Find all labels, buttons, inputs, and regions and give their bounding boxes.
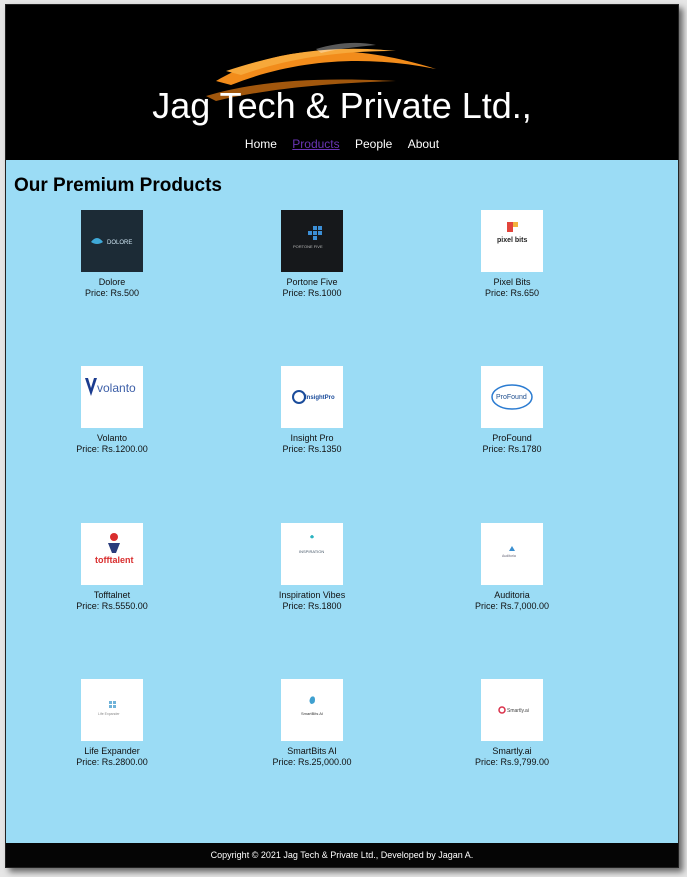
product-price: Price: Rs.25,000.00 [272, 757, 352, 767]
svg-text:PORTONE FIVE: PORTONE FIVE [293, 244, 323, 249]
smartbits-ai-logo-icon: SmartBits AI [301, 696, 323, 716]
product-name: Insight Pro [290, 433, 334, 443]
product-card[interactable]: DOLORE Dolore Price: Rs.500 [12, 210, 212, 299]
product-name: SmartBits AI [287, 746, 337, 756]
svg-text:pixel bits: pixel bits [497, 237, 527, 244]
main-nav: Home Products People About [6, 137, 678, 151]
product-image[interactable]: ProFound [481, 366, 543, 428]
product-name: Smartly.ai [492, 746, 532, 756]
svg-text:InsightPro: InsightPro [305, 395, 335, 401]
site-header: Jag Tech & Private Ltd., Home Products P… [6, 5, 678, 160]
product-name: Dolore [98, 277, 126, 287]
product-name: Volanto [96, 433, 128, 443]
product-price: Price: Rs.1800 [282, 601, 342, 611]
product-card[interactable]: Smartly.ai Smartly.ai Price: Rs.9,799.00 [412, 679, 612, 768]
product-image[interactable]: tofftalent [81, 523, 143, 585]
copyright-text: Copyright © 2021 Jag Tech & Private Ltd.… [210, 850, 474, 860]
product-price: Price: Rs.500 [84, 288, 140, 298]
product-card[interactable]: SmartBits AI SmartBits AI Price: Rs.25,0… [212, 679, 412, 768]
insight-pro-logo-icon: InsightPro [292, 390, 335, 404]
product-price: Price: Rs.650 [484, 288, 540, 298]
product-price: Price: Rs.9,799.00 [474, 757, 550, 767]
product-card[interactable]: Auditoria Auditoria Price: Rs.7,000.00 [412, 523, 612, 612]
product-image[interactable]: Smartly.ai [481, 679, 543, 741]
pixel-bits-logo-icon: pixel bits [497, 222, 527, 244]
product-name: Life Expander [84, 746, 140, 756]
svg-text:SmartBits AI: SmartBits AI [301, 711, 323, 716]
svg-text:Smartly.ai: Smartly.ai [507, 708, 529, 714]
svg-text:tofftalent: tofftalent [95, 555, 134, 565]
product-price: Price: Rs.5550.00 [76, 601, 148, 611]
product-name: Pixel Bits [493, 277, 531, 287]
product-card[interactable]: INSPIRATION Inspiration Vibes Price: Rs.… [212, 523, 412, 612]
product-name: Auditoria [494, 590, 530, 600]
product-image[interactable]: Life Expander [81, 679, 143, 741]
svg-text:INSPIRATION: INSPIRATION [299, 549, 324, 554]
svg-text:Life Expander: Life Expander [98, 712, 120, 716]
product-image[interactable]: PORTONE FIVE [281, 210, 343, 272]
product-name: Inspiration Vibes [278, 590, 346, 600]
product-image[interactable]: volanto [81, 366, 143, 428]
product-price: Price: Rs.1200.00 [76, 444, 148, 454]
product-price: Price: Rs.2800.00 [76, 757, 148, 767]
dolore-logo-icon: DOLORE [91, 238, 132, 246]
product-image[interactable]: pixel bits [481, 210, 543, 272]
product-card[interactable]: tofftalent Tofftalnet Price: Rs.5550.00 [12, 523, 212, 612]
nav-about-link[interactable]: About [408, 137, 439, 151]
product-image[interactable]: Auditoria [481, 523, 543, 585]
site-footer: Copyright © 2021 Jag Tech & Private Ltd.… [6, 843, 678, 867]
volanto-logo-icon: volanto [85, 378, 136, 396]
svg-text:Auditoria: Auditoria [502, 554, 516, 558]
product-price: Price: Rs.1780 [482, 444, 542, 454]
product-card[interactable]: pixel bits Pixel Bits Price: Rs.650 [412, 210, 612, 299]
product-card[interactable]: InsightPro Insight Pro Price: Rs.1350 [212, 366, 412, 455]
product-card[interactable]: PORTONE FIVE Portone Five Price: Rs.1000 [212, 210, 412, 299]
product-image[interactable]: INSPIRATION [281, 523, 343, 585]
product-price: Price: Rs.1350 [282, 444, 342, 454]
product-price: Price: Rs.1000 [282, 288, 342, 298]
page-title: Our Premium Products [14, 175, 222, 196]
svg-text:DOLORE: DOLORE [107, 240, 132, 246]
product-card[interactable]: ProFound ProFound Price: Rs.1780 [412, 366, 612, 455]
product-name: Tofftalnet [93, 590, 131, 600]
nav-products-link[interactable]: Products [292, 137, 339, 151]
product-name: Portone Five [286, 277, 338, 287]
product-image[interactable]: InsightPro [281, 366, 343, 428]
product-card[interactable]: Life Expander Life Expander Price: Rs.28… [12, 679, 212, 768]
svg-text:ProFound: ProFound [496, 394, 527, 401]
product-name: ProFound [492, 433, 532, 443]
site-title: Jag Tech & Private Ltd., [152, 85, 532, 126]
life-expander-logo-icon: Life Expander [98, 701, 120, 716]
portone-five-logo-icon: PORTONE FIVE [293, 226, 323, 249]
product-image[interactable]: DOLORE [81, 210, 143, 272]
svg-text:volanto: volanto [97, 381, 136, 395]
product-price: Price: Rs.7,000.00 [474, 601, 550, 611]
nav-people-link[interactable]: People [355, 137, 392, 151]
profound-logo-icon: ProFound [491, 384, 533, 410]
auditoria-logo-icon: Auditoria [502, 546, 516, 558]
inspiration-vibes-logo-icon: INSPIRATION [299, 535, 324, 554]
product-card[interactable]: volanto Volanto Price: Rs.1200.00 [12, 366, 212, 455]
smartly-ai-logo-icon: Smartly.ai [498, 706, 529, 714]
nav-home-link[interactable]: Home [245, 137, 277, 151]
page: Jag Tech & Private Ltd., Home Products P… [5, 4, 679, 868]
product-image[interactable]: SmartBits AI [281, 679, 343, 741]
tofftalent-logo-icon: tofftalent [95, 533, 134, 565]
